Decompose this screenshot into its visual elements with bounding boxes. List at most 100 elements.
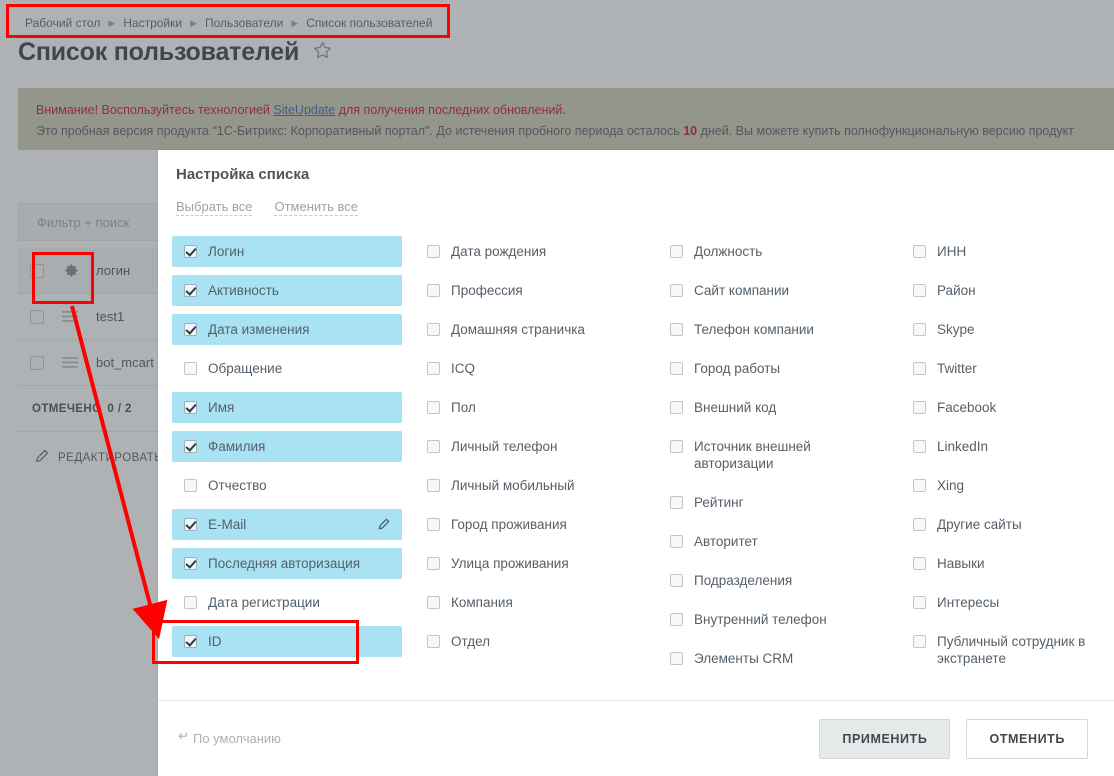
option-skype[interactable]: Skype <box>901 314 1101 345</box>
option-gender[interactable]: Пол <box>415 392 658 423</box>
restore-defaults-button[interactable]: По умолчанию <box>176 731 281 746</box>
checkbox-icon[interactable] <box>670 652 683 665</box>
checkbox-icon[interactable] <box>184 518 197 531</box>
option-internal-phone[interactable]: Внутренний телефон <box>658 604 901 635</box>
checkbox-icon[interactable] <box>427 323 440 336</box>
option-district[interactable]: Район <box>901 275 1101 306</box>
checkbox-icon[interactable] <box>427 596 440 609</box>
checkbox-icon[interactable] <box>670 440 683 453</box>
pencil-icon[interactable] <box>377 518 390 535</box>
checkbox-icon[interactable] <box>427 440 440 453</box>
option-position[interactable]: Должность <box>658 236 901 267</box>
option-rating[interactable]: Рейтинг <box>658 487 901 518</box>
option-registration-date[interactable]: Дата регистрации <box>172 587 402 618</box>
option-subdivisions[interactable]: Подразделения <box>658 565 901 596</box>
option-label: Компания <box>451 595 513 610</box>
checkbox-icon[interactable] <box>913 440 926 453</box>
checkbox-icon[interactable] <box>670 613 683 626</box>
option-home-street[interactable]: Улица проживания <box>415 548 658 579</box>
checkbox-icon[interactable] <box>913 362 926 375</box>
option-crm-elements[interactable]: Элементы CRM <box>658 643 901 674</box>
option-personal-mobile[interactable]: Личный мобильный <box>415 470 658 501</box>
option-activity[interactable]: Активность <box>172 275 402 306</box>
checkbox-icon[interactable] <box>670 284 683 297</box>
select-all-link[interactable]: Выбрать все <box>176 199 253 216</box>
checkbox-icon[interactable] <box>184 596 197 609</box>
checkbox-icon[interactable] <box>913 479 926 492</box>
checkbox-icon[interactable] <box>670 401 683 414</box>
checkbox-icon[interactable] <box>913 284 926 297</box>
option-public-extranet-employee[interactable]: Публичный сотрудник в экстранете <box>901 626 1101 674</box>
checkbox-icon[interactable] <box>184 323 197 336</box>
checkbox-icon[interactable] <box>184 362 197 375</box>
option-profession[interactable]: Профессия <box>415 275 658 306</box>
checkbox-icon[interactable] <box>427 401 440 414</box>
option-modified-date[interactable]: Дата изменения <box>172 314 402 345</box>
option-birth-date[interactable]: Дата рождения <box>415 236 658 267</box>
option-authority[interactable]: Авторитет <box>658 526 901 557</box>
option-company[interactable]: Компания <box>415 587 658 618</box>
option-label: E-Mail <box>208 517 247 532</box>
option-label: Skype <box>937 322 975 337</box>
checkbox-icon[interactable] <box>913 635 926 648</box>
option-linkedin[interactable]: LinkedIn <box>901 431 1101 462</box>
option-label: Интересы <box>937 595 1000 610</box>
checkbox-icon[interactable] <box>913 401 926 414</box>
checkbox-icon[interactable] <box>670 574 683 587</box>
checkbox-icon[interactable] <box>184 401 197 414</box>
option-facebook[interactable]: Facebook <box>901 392 1101 423</box>
checkbox-icon[interactable] <box>184 440 197 453</box>
option-twitter[interactable]: Twitter <box>901 353 1101 384</box>
option-inn[interactable]: ИНН <box>901 236 1101 267</box>
option-icq[interactable]: ICQ <box>415 353 658 384</box>
checkbox-icon[interactable] <box>913 323 926 336</box>
option-login[interactable]: Логин <box>172 236 402 267</box>
option-company-phone[interactable]: Телефон компании <box>658 314 901 345</box>
cancel-button[interactable]: ОТМЕНИТЬ <box>966 718 1088 759</box>
checkbox-icon[interactable] <box>184 635 197 648</box>
option-id[interactable]: ID <box>172 626 402 657</box>
option-skills[interactable]: Навыки <box>901 548 1101 579</box>
checkbox-icon[interactable] <box>427 284 440 297</box>
checkbox-icon[interactable] <box>670 362 683 375</box>
option-home-city[interactable]: Город проживания <box>415 509 658 540</box>
option-last-name[interactable]: Фамилия <box>172 431 402 462</box>
option-email[interactable]: E-Mail <box>172 509 402 540</box>
option-first-name[interactable]: Имя <box>172 392 402 423</box>
option-work-city[interactable]: Город работы <box>658 353 901 384</box>
option-interests[interactable]: Интересы <box>901 587 1101 618</box>
option-department[interactable]: Отдел <box>415 626 658 657</box>
checkbox-icon[interactable] <box>184 284 197 297</box>
checkbox-icon[interactable] <box>184 479 197 492</box>
option-personal-phone[interactable]: Личный телефон <box>415 431 658 462</box>
option-external-code[interactable]: Внешний код <box>658 392 901 423</box>
checkbox-icon[interactable] <box>427 362 440 375</box>
option-xing[interactable]: Xing <box>901 470 1101 501</box>
checkbox-icon[interactable] <box>913 518 926 531</box>
checkbox-icon[interactable] <box>913 596 926 609</box>
option-salutation[interactable]: Обращение <box>172 353 402 384</box>
checkbox-icon[interactable] <box>427 557 440 570</box>
option-label: Дата изменения <box>208 322 310 337</box>
checkbox-icon[interactable] <box>670 496 683 509</box>
checkbox-icon[interactable] <box>427 245 440 258</box>
checkbox-icon[interactable] <box>670 245 683 258</box>
deselect-all-link[interactable]: Отменить все <box>274 199 358 216</box>
checkbox-icon[interactable] <box>427 635 440 648</box>
option-external-auth-source[interactable]: Источник внешней авторизации <box>658 431 901 479</box>
checkbox-icon[interactable] <box>670 535 683 548</box>
checkbox-icon[interactable] <box>913 557 926 570</box>
checkbox-icon[interactable] <box>427 518 440 531</box>
option-last-login[interactable]: Последняя авторизация <box>172 548 402 579</box>
option-label: Город проживания <box>451 517 567 532</box>
option-company-site[interactable]: Сайт компании <box>658 275 901 306</box>
checkbox-icon[interactable] <box>184 557 197 570</box>
checkbox-icon[interactable] <box>184 245 197 258</box>
option-middle-name[interactable]: Отчество <box>172 470 402 501</box>
checkbox-icon[interactable] <box>427 479 440 492</box>
checkbox-icon[interactable] <box>670 323 683 336</box>
option-homepage[interactable]: Домашняя страничка <box>415 314 658 345</box>
option-other-sites[interactable]: Другие сайты <box>901 509 1101 540</box>
apply-button[interactable]: ПРИМЕНИТЬ <box>819 718 951 759</box>
checkbox-icon[interactable] <box>913 245 926 258</box>
